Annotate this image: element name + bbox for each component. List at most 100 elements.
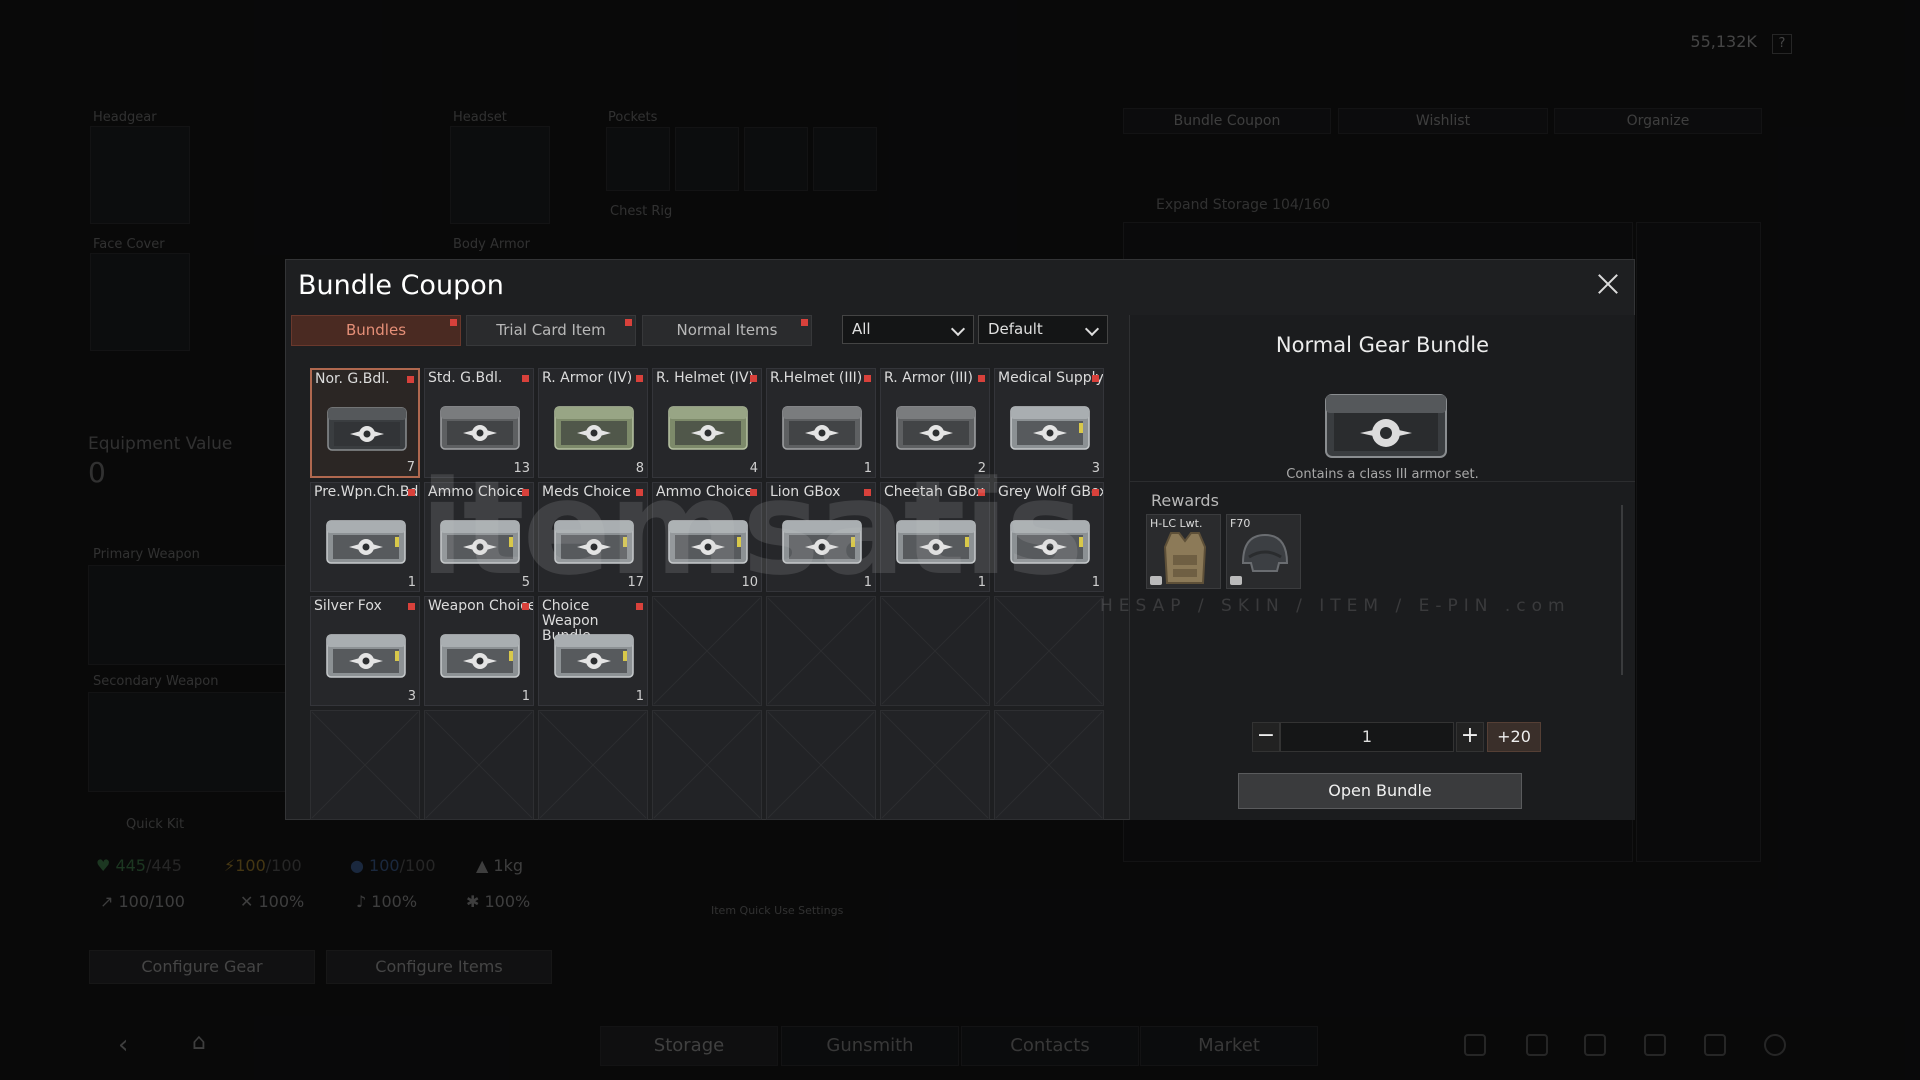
- back-arrow-icon[interactable]: ‹: [118, 1030, 128, 1060]
- bundle-cell[interactable]: Std. G.Bdl. 13: [424, 368, 534, 478]
- pockets-label: Pockets: [608, 110, 658, 125]
- mail-icon[interactable]: [1644, 1034, 1666, 1056]
- currency-value: 55,132K: [1690, 32, 1757, 51]
- bundle-cell[interactable]: Lion GBox 1: [766, 482, 876, 592]
- bundle-cell[interactable]: Ammo Choice 10: [652, 482, 762, 592]
- headgear-slot[interactable]: [90, 126, 190, 224]
- bundle-cell[interactable]: Choice Weapon Bundle1: [538, 596, 648, 706]
- home-icon[interactable]: ⌂: [192, 1030, 206, 1055]
- nav-tab-market[interactable]: Market: [1140, 1026, 1318, 1066]
- energy-max: /100: [265, 856, 302, 875]
- filter-value: All: [852, 320, 871, 338]
- bundle-cell[interactable]: R. Armor (III) 2: [880, 368, 990, 478]
- face-cover-label: Face Cover: [93, 237, 165, 252]
- tab-bundles[interactable]: Bundles: [291, 315, 461, 346]
- bundle-cell[interactable]: Ammo Choice 5: [424, 482, 534, 592]
- new-indicator: [522, 603, 529, 610]
- tab-normal-items[interactable]: Normal Items: [642, 315, 812, 346]
- bundle-crate-icon: [327, 407, 407, 451]
- new-indicator: [1092, 375, 1099, 382]
- close-icon[interactable]: [1594, 270, 1622, 298]
- bundle-cell[interactable]: Meds Choice 17: [538, 482, 648, 592]
- armor-vest-icon: [1163, 532, 1207, 584]
- profile-icon[interactable]: [1526, 1034, 1548, 1056]
- expand-storage-label[interactable]: Expand Storage 104/160: [1156, 197, 1330, 213]
- new-indicator: [625, 319, 632, 326]
- nav-tab-storage[interactable]: Storage: [600, 1026, 778, 1066]
- nav-tab-contacts[interactable]: Contacts: [961, 1026, 1139, 1066]
- help-button[interactable]: ?: [1772, 34, 1792, 54]
- quantity-plus-20-button[interactable]: +20: [1487, 722, 1541, 752]
- equipment-value-label: Equipment Value: [88, 434, 233, 454]
- pocket-slot-3[interactable]: [744, 127, 808, 191]
- bundle-crate-icon: [782, 520, 862, 564]
- nav-tab-gunsmith[interactable]: Gunsmith: [781, 1026, 959, 1066]
- chevron-down-icon: [950, 321, 966, 337]
- quick-kit-label[interactable]: Quick Kit: [126, 817, 184, 832]
- tab-normal-items-label: Normal Items: [676, 321, 778, 339]
- headgear-label: Headgear: [93, 110, 157, 125]
- bundle-crate-icon: [1010, 520, 1090, 564]
- bundle-cell[interactable]: R. Helmet (IV) 4: [652, 368, 762, 478]
- rewards-scrollbar[interactable]: [1621, 505, 1623, 675]
- reward-item[interactable]: F70: [1226, 514, 1301, 589]
- stat-b-value: 100%: [258, 892, 305, 911]
- bundle-crate-icon: [554, 634, 634, 678]
- storage-tab-bundle-coupon[interactable]: Bundle Coupon: [1123, 108, 1331, 134]
- new-indicator: [978, 375, 985, 382]
- bundle-cell[interactable]: Medical Supply 3: [994, 368, 1104, 478]
- storage-tab-organize[interactable]: Organize: [1554, 108, 1762, 134]
- pocket-slot-2[interactable]: [675, 127, 739, 191]
- secondary-weapon-label: Secondary Weapon: [93, 674, 219, 689]
- document-icon[interactable]: [1704, 1034, 1726, 1056]
- bundle-cell[interactable]: R.Helmet (III) 1: [766, 368, 876, 478]
- bundle-cell[interactable]: Pre.Wpn.Ch.Bdl. 1: [310, 482, 420, 592]
- weight-stat: ▲ 1kg: [476, 856, 523, 875]
- pocket-slot-1[interactable]: [606, 127, 670, 191]
- sort-dropdown[interactable]: Default: [978, 315, 1108, 344]
- bundle-count: 13: [513, 461, 530, 476]
- stat-a: ↗ 100/100: [100, 892, 185, 911]
- open-bundle-button[interactable]: Open Bundle: [1238, 773, 1522, 809]
- bundle-cell[interactable]: Weapon Choice 1: [424, 596, 534, 706]
- face-cover-slot[interactable]: [90, 253, 190, 351]
- quantity-input[interactable]: 1: [1280, 722, 1454, 752]
- bundle-cell[interactable]: R. Armor (IV) 8: [538, 368, 648, 478]
- bundle-count: 10: [741, 575, 758, 590]
- tab-trial-card-item[interactable]: Trial Card Item: [466, 315, 636, 346]
- quantity-increase-button[interactable]: +: [1456, 722, 1484, 752]
- pocket-slot-4[interactable]: [813, 127, 877, 191]
- stat-d: ✱ 100%: [466, 892, 531, 911]
- storage-tab-wishlist[interactable]: Wishlist: [1338, 108, 1548, 134]
- filter-dropdown[interactable]: All: [842, 315, 974, 344]
- bundle-count: 1: [635, 689, 644, 704]
- new-indicator: [636, 489, 643, 496]
- reward-item[interactable]: H-LC Lwt.: [1146, 514, 1221, 589]
- settings-gear-icon[interactable]: [1764, 1034, 1786, 1056]
- chat-icon[interactable]: [1584, 1034, 1606, 1056]
- storage-side-column[interactable]: [1636, 222, 1761, 862]
- tab-bundles-label: Bundles: [345, 321, 407, 339]
- detail-divider: [1130, 481, 1635, 482]
- health-stat: ♥ 445/445: [96, 856, 182, 875]
- bundle-cell[interactable]: Cheetah GBox 1: [880, 482, 990, 592]
- detail-title: Normal Gear Bundle: [1275, 333, 1490, 357]
- bundle-cell[interactable]: Silver Fox 3: [310, 596, 420, 706]
- bundle-name: Silver Fox: [314, 598, 382, 614]
- bundle-name: Pre.Wpn.Ch.Bdl.: [314, 484, 420, 500]
- quantity-decrease-button[interactable]: −: [1252, 722, 1280, 752]
- configure-gear-button[interactable]: Configure Gear: [89, 950, 315, 984]
- headset-label: Headset: [453, 110, 507, 125]
- bundle-crate-icon: [896, 406, 976, 450]
- health-value: 445: [115, 856, 146, 875]
- friends-icon[interactable]: [1464, 1034, 1486, 1056]
- empty-slot: [994, 710, 1104, 820]
- bundle-count: 17: [627, 575, 644, 590]
- bundle-count: 1: [407, 575, 416, 590]
- empty-slot: [994, 596, 1104, 706]
- bundle-cell[interactable]: Grey Wolf GBox 1: [994, 482, 1104, 592]
- bundle-cell[interactable]: Nor. G.Bdl. 7: [310, 368, 420, 478]
- configure-items-button[interactable]: Configure Items: [326, 950, 552, 984]
- empty-slot: [766, 596, 876, 706]
- headset-slot[interactable]: [450, 126, 550, 224]
